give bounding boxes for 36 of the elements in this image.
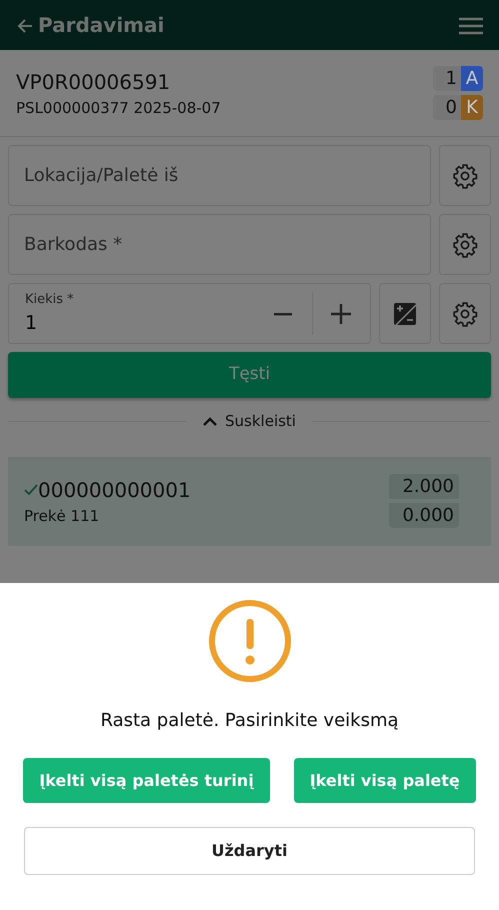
settings-icon — [452, 162, 478, 188]
dialog-message: Rasta paletė. Pasirinkite veiksmą — [100, 709, 399, 733]
page-title: Pardavimai — [38, 12, 164, 39]
quantity-value: 2.000 — [389, 474, 459, 499]
document-subtitle: PSL000000377 2025-08-07 — [16, 98, 222, 119]
settings-button[interactable] — [439, 145, 491, 206]
quantity-value: 0.000 — [389, 503, 459, 528]
warning-icon — [208, 599, 292, 683]
item-row[interactable]: 000000000001 Prekė 111 2.000 0.000 — [8, 456, 491, 546]
settings-icon — [452, 232, 478, 258]
input-field[interactable]: Barkodas * — [8, 214, 431, 275]
settings-icon — [452, 300, 478, 326]
counter-letter: A — [461, 66, 483, 91]
settings-button[interactable] — [439, 283, 491, 344]
collapse-button[interactable]: Suskleisti — [187, 410, 312, 432]
counter-value: 0 — [433, 95, 461, 120]
settings-button[interactable] — [439, 214, 491, 275]
action-button[interactable]: Įkelti visą paletės turinį — [23, 758, 270, 803]
minus-icon — [274, 312, 292, 316]
input-field[interactable]: Lokacija/Paletė iš — [8, 145, 431, 206]
plus-minus-icon — [393, 302, 417, 326]
action-button[interactable]: Įkelti visą paletę — [294, 758, 476, 803]
chevron-up-icon — [203, 416, 218, 426]
plus-icon — [331, 304, 352, 324]
plus-minus-button[interactable] — [379, 283, 431, 344]
quantity-field[interactable]: Kiekis * 1 — [8, 283, 371, 344]
field-label: Kiekis * — [25, 290, 75, 308]
counter-value: 1 — [433, 66, 461, 91]
document-number: VP0R00006591 — [16, 68, 172, 96]
input-field[interactable]: 1 — [25, 309, 256, 338]
item-code: 000000000001 — [38, 476, 191, 504]
item-name: Prekė 111 — [24, 506, 100, 527]
counter-letter: K — [461, 95, 483, 120]
menu-icon — [459, 16, 483, 35]
close-button[interactable]: Uždaryti — [24, 827, 475, 875]
back-arrow-icon — [16, 16, 34, 35]
